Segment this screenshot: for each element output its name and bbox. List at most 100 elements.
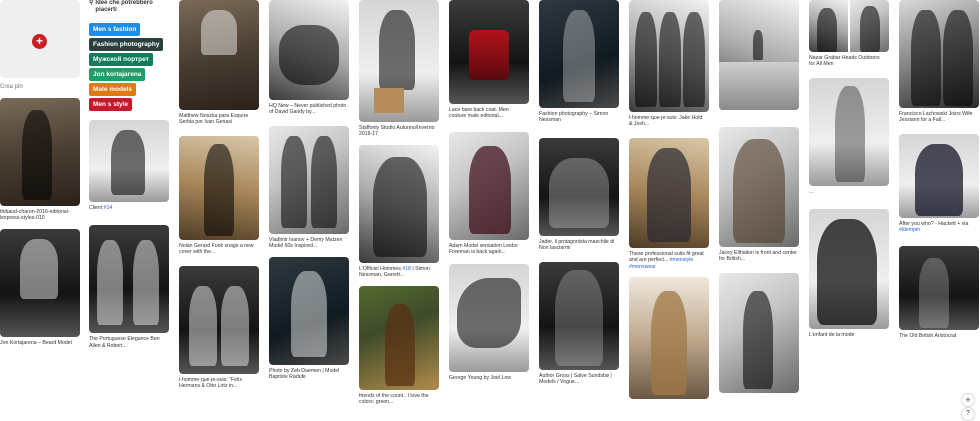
- pin-image[interactable]: [629, 277, 709, 400]
- pin-card[interactable]: Lace bare back coat. Men couture male ed…: [449, 0, 529, 120]
- pin-card[interactable]: The Old British Aristocrat: [899, 245, 979, 339]
- pin-card[interactable]: Author Gross | Salve Sundsbø | Models / …: [539, 261, 619, 386]
- pin-image[interactable]: [539, 0, 619, 108]
- add-pin-button[interactable]: +: [962, 394, 974, 406]
- pin-image[interactable]: [629, 137, 709, 248]
- pin-card[interactable]: [719, 272, 799, 393]
- pin-image[interactable]: [899, 245, 979, 330]
- pin-card[interactable]: friends of the count.. I love the colors…: [359, 285, 439, 406]
- help-button[interactable]: ?: [962, 408, 974, 420]
- pin-caption[interactable]: George Young by Joel Low: [449, 375, 529, 381]
- pin-card[interactable]: ...: [809, 77, 889, 195]
- pin-caption[interactable]: Matthew Noszka para Esquire Serbia por I…: [179, 113, 259, 126]
- pin-card[interactable]: These professional suits fit great and a…: [629, 137, 709, 270]
- pin-caption[interactable]: Staffonly Studio Autunno/Inverno 2016-17: [359, 125, 439, 138]
- pin-card[interactable]: HQ New – Never published photo of David …: [269, 0, 349, 116]
- pin-card[interactable]: The Portuguese Elegance Ben Allen & Robe…: [89, 225, 169, 349]
- pin-card[interactable]: Francisco Lachowski Joins Wife Jessiann …: [899, 0, 979, 124]
- pin-image[interactable]: [269, 125, 349, 234]
- pin-card[interactable]: l-homme-que-je-suis: "Felix Hermans & Ot…: [179, 265, 259, 390]
- pin-caption[interactable]: Fashion photography – Simon Nessman: [539, 111, 619, 124]
- pin-image[interactable]: [539, 261, 619, 370]
- pin-image[interactable]: [629, 0, 709, 112]
- pin-caption[interactable]: Nolan Gerard Funk snags a new cover with…: [179, 243, 259, 256]
- pin-caption[interactable]: These professional suits fit great and a…: [629, 251, 709, 270]
- pin-card[interactable]: Staffonly Studio Autunno/Inverno 2016-17: [359, 0, 439, 138]
- pin-card[interactable]: After you who? - Hackett + via #idempin: [899, 133, 979, 234]
- pin-card[interactable]: Vladimir Ivanov + Demy Matzen Model 60s …: [269, 125, 349, 250]
- pin-image[interactable]: [899, 133, 979, 218]
- pin-image[interactable]: [359, 0, 439, 122]
- pin-caption[interactable]: The Portuguese Elegance Ben Allen & Robe…: [89, 336, 169, 349]
- pin-card[interactable]: Adam Model sensation Leebo Freeman is ba…: [449, 131, 529, 256]
- pin-caption[interactable]: L'Officiel Hommes #18 | Simon Nessman, G…: [359, 266, 439, 279]
- pin-caption[interactable]: HQ New – Never published photo of David …: [269, 103, 349, 116]
- pin-image[interactable]: [0, 98, 80, 206]
- pin-image[interactable]: [449, 0, 529, 104]
- pin-caption[interactable]: The Old British Aristocrat: [899, 333, 979, 339]
- pin-column-10: Nazar Grabar Heads Outdoors for All Men …: [809, 0, 889, 346]
- pin-caption[interactable]: Jader, il protagonista maschile di Non l…: [539, 239, 619, 252]
- pin-card[interactable]: L'Officiel Hommes #18 | Simon Nessman, G…: [359, 144, 439, 279]
- pin-caption[interactable]: friends of the count.. I love the colors…: [359, 393, 439, 406]
- pin-card[interactable]: [629, 277, 709, 400]
- pin-caption[interactable]: Lace bare back coat. Men couture male ed…: [449, 107, 529, 120]
- pin-caption[interactable]: Francisco Lachowski Joins Wife Jessiann …: [899, 111, 979, 124]
- pin-card[interactable]: l-homme-que-je-suis: Jake Hold & Josh...: [629, 0, 709, 128]
- pin-column-6: Lace bare back coat. Men couture male ed…: [449, 0, 529, 388]
- pin-card[interactable]: Nolan Gerard Funk snags a new cover with…: [179, 135, 259, 256]
- pin-image[interactable]: [539, 137, 619, 236]
- pin-caption[interactable]: l-homme-que-je-suis: "Felix Hermans & Ot…: [179, 377, 259, 390]
- pin-image[interactable]: [719, 127, 799, 247]
- pin-caption[interactable]: L'enfant de la mode: [809, 332, 889, 338]
- pin-image[interactable]: [359, 144, 439, 263]
- pin-card[interactable]: Client #14: [89, 120, 169, 211]
- pin-caption[interactable]: Vladimir Ivanov + Demy Matzen Model 60s …: [269, 237, 349, 250]
- pin-caption[interactable]: Jacey Elthalion is front and center for …: [719, 250, 799, 263]
- pin-card[interactable]: Nazar Grabar Heads Outdoors for All Men: [809, 0, 889, 68]
- pin-image[interactable]: [269, 256, 349, 365]
- pin-caption[interactable]: Client #14: [89, 205, 169, 211]
- pin-caption[interactable]: Adam Model sensation Leebo Freeman is ba…: [449, 243, 529, 256]
- pin-image[interactable]: [89, 120, 169, 202]
- create-pin-tile[interactable]: + Crea pin: [0, 0, 80, 90]
- pin-caption[interactable]: Nazar Grabar Heads Outdoors for All Men: [809, 55, 889, 68]
- pin-column-4: HQ New – Never published photo of David …: [269, 0, 349, 387]
- idea-tag-mens-style[interactable]: Men s style: [89, 98, 133, 111]
- pin-card[interactable]: [719, 0, 799, 110]
- pin-image[interactable]: [179, 135, 259, 240]
- pin-card[interactable]: Fashion photography – Simon Nessman: [539, 0, 619, 124]
- pin-card[interactable]: Jader, il protagonista maschile di Non l…: [539, 137, 619, 252]
- pin-image[interactable]: [0, 228, 80, 337]
- pin-image[interactable]: [809, 77, 889, 186]
- pin-caption[interactable]: ...: [809, 189, 889, 195]
- pin-image[interactable]: [89, 225, 169, 334]
- pin-image[interactable]: [719, 272, 799, 393]
- pin-image[interactable]: [719, 0, 799, 110]
- pin-image[interactable]: [179, 265, 259, 374]
- pin-card[interactable]: George Young by Joel Low: [449, 263, 529, 381]
- pin-card[interactable]: thibaud-charon-2016-editorial-lexpress-s…: [0, 98, 80, 222]
- pin-image[interactable]: [179, 0, 259, 110]
- pin-image[interactable]: [809, 0, 889, 52]
- pin-caption[interactable]: Author Gross | Salve Sundsbø | Models / …: [539, 373, 619, 386]
- pin-column-11: Francisco Lachowski Joins Wife Jessiann …: [899, 0, 979, 346]
- pin-card[interactable]: Matthew Noszka para Esquire Serbia por I…: [179, 0, 259, 126]
- plus-icon[interactable]: +: [32, 34, 47, 49]
- pin-card[interactable]: L'enfant de la mode: [809, 209, 889, 338]
- pin-caption[interactable]: l-homme-que-je-suis: Jake Hold & Josh...: [629, 115, 709, 128]
- pin-card[interactable]: Photo by Zeb Daemen | Model Baptiste Rad…: [269, 256, 349, 381]
- pin-image[interactable]: [899, 0, 979, 108]
- pin-image[interactable]: [809, 209, 889, 330]
- pin-caption[interactable]: thibaud-charon-2016-editorial-lexpress-s…: [0, 209, 80, 222]
- pin-image[interactable]: [449, 131, 529, 240]
- pin-card[interactable]: Jacey Elthalion is front and center for …: [719, 127, 799, 263]
- pin-image[interactable]: [359, 285, 439, 390]
- pin-image[interactable]: [449, 263, 529, 372]
- create-pin-button[interactable]: +: [0, 0, 80, 78]
- pin-card[interactable]: Jon Kortajarena – Beard Model: [0, 228, 80, 346]
- pin-caption[interactable]: Jon Kortajarena – Beard Model: [0, 340, 80, 346]
- pin-caption[interactable]: Photo by Zeb Daemen | Model Baptiste Rad…: [269, 368, 349, 381]
- pin-image[interactable]: [269, 0, 349, 100]
- pin-caption[interactable]: After you who? - Hackett + via #idempin: [899, 221, 979, 234]
